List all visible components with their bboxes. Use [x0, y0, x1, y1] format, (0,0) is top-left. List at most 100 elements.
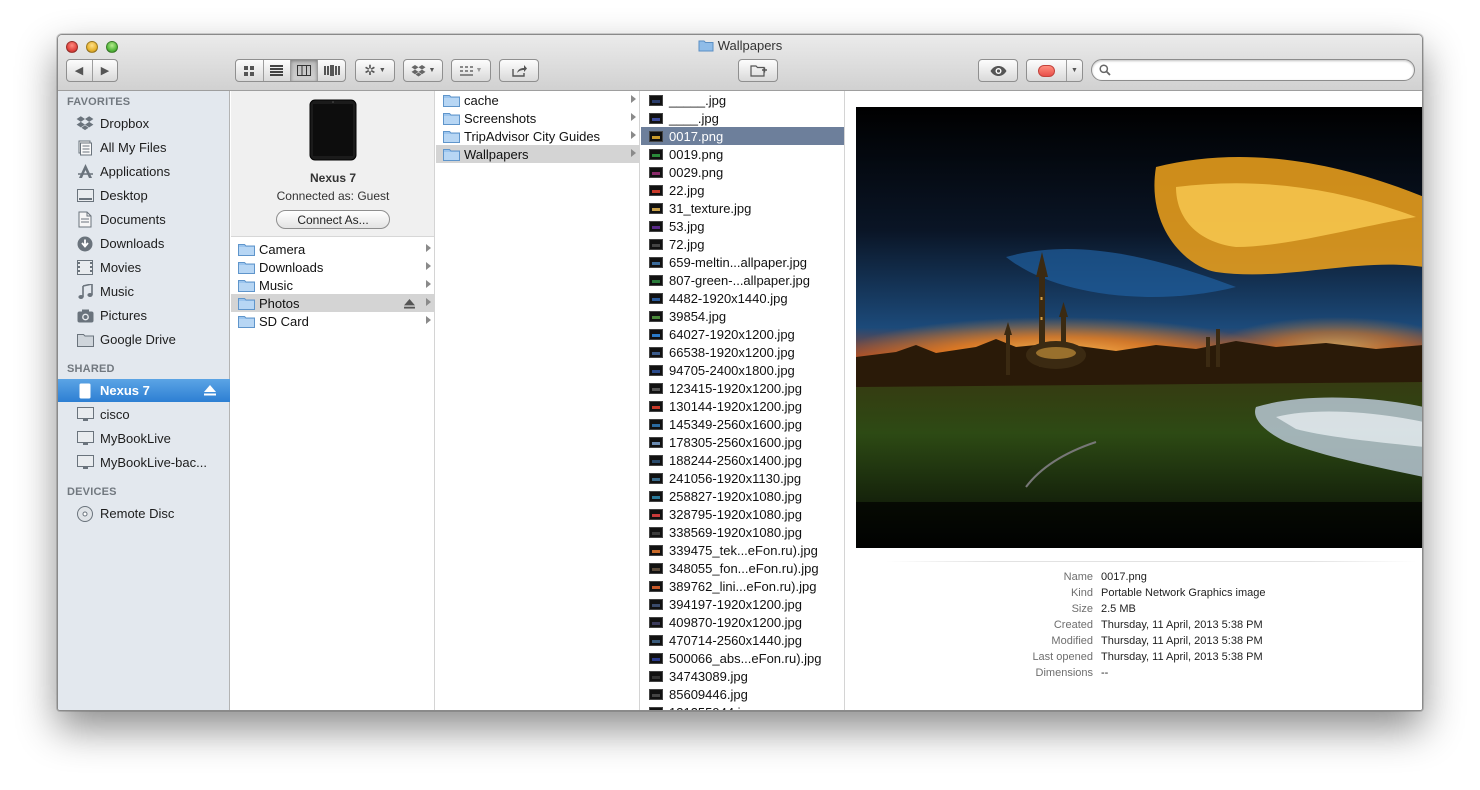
- file-row[interactable]: 145349-2560x1600.jpg: [641, 415, 844, 433]
- image-file-icon: [647, 669, 665, 683]
- disclosure-arrow-icon: [426, 316, 431, 324]
- file-row[interactable]: 178305-2560x1600.jpg: [641, 433, 844, 451]
- label-color-button[interactable]: [1027, 60, 1067, 81]
- image-file-icon: [647, 507, 665, 521]
- file-row[interactable]: 31_texture.jpg: [641, 199, 844, 217]
- sidebar-item-google-drive[interactable]: Google Drive: [58, 328, 230, 351]
- folder-row[interactable]: Music: [231, 276, 434, 294]
- file-row[interactable]: 241056-1920x1130.jpg: [641, 469, 844, 487]
- info-key: Last opened: [1032, 651, 1093, 663]
- file-row[interactable]: 328795-1920x1080.jpg: [641, 505, 844, 523]
- file-row[interactable]: 72.jpg: [641, 235, 844, 253]
- file-row[interactable]: 34743089.jpg: [641, 667, 844, 685]
- column-view-button[interactable]: [290, 60, 318, 81]
- file-row[interactable]: 0029.png: [641, 163, 844, 181]
- info-value: Thursday, 11 April, 2013 5:38 PM: [1101, 635, 1263, 647]
- file-row[interactable]: 66538-1920x1200.jpg: [641, 343, 844, 361]
- sidebar-item-mybooklive-backup[interactable]: MyBookLive-bac...: [58, 451, 230, 474]
- folder-row[interactable]: Photos: [231, 294, 434, 312]
- forward-button[interactable]: ▶: [93, 60, 118, 81]
- folder-row[interactable]: Screenshots: [436, 109, 639, 127]
- file-row[interactable]: 53.jpg: [641, 217, 844, 235]
- file-name: 188244-2560x1400.jpg: [669, 452, 803, 468]
- file-row[interactable]: 0019.png: [641, 145, 844, 163]
- folder-icon: [237, 242, 255, 256]
- sidebar-item-remote-disc[interactable]: Remote Disc: [58, 502, 230, 525]
- arrange-icon: [459, 65, 473, 76]
- sidebar-item-documents[interactable]: Documents: [58, 208, 230, 231]
- action-button[interactable]: ✲ ▼: [355, 59, 395, 82]
- file-row[interactable]: 123415-1920x1200.jpg: [641, 379, 844, 397]
- sidebar-item-pictures[interactable]: Pictures: [58, 304, 230, 327]
- eject-icon[interactable]: [204, 384, 216, 399]
- file-row[interactable]: 64027-1920x1200.jpg: [641, 325, 844, 343]
- folder-row[interactable]: Wallpapers: [436, 145, 639, 163]
- arrange-button[interactable]: ▼: [451, 59, 491, 82]
- search-input[interactable]: [1116, 62, 1406, 78]
- sidebar-item-desktop[interactable]: Desktop: [58, 184, 230, 207]
- file-row[interactable]: 500066_abs...eFon.ru).jpg: [641, 649, 844, 667]
- file-row[interactable]: 130144-1920x1200.jpg: [641, 397, 844, 415]
- chevron-down-icon: ▼: [1071, 67, 1078, 74]
- folder-row[interactable]: SD Card: [231, 312, 434, 330]
- file-row[interactable]: 131355944.jpg: [641, 703, 844, 710]
- file-row[interactable]: 39854.jpg: [641, 307, 844, 325]
- sidebar-item-all-my-files[interactable]: All My Files: [58, 136, 230, 159]
- info-key: Name: [1063, 571, 1093, 583]
- file-row[interactable]: 409870-1920x1200.jpg: [641, 613, 844, 631]
- search-field[interactable]: [1091, 59, 1415, 81]
- label-menu-button[interactable]: ▼: [1067, 60, 1083, 81]
- file-row[interactable]: 348055_fon...eFon.ru).jpg: [641, 559, 844, 577]
- file-row[interactable]: 94705-2400x1800.jpg: [641, 361, 844, 379]
- sidebar-item-mybooklive[interactable]: MyBookLive: [58, 427, 230, 450]
- connect-as-button[interactable]: Connect As...: [276, 210, 390, 229]
- disclosure-arrow-icon: [426, 280, 431, 288]
- file-name: ____.jpg: [669, 110, 719, 126]
- new-folder-button[interactable]: [738, 59, 778, 82]
- file-row[interactable]: 807-green-...allpaper.jpg: [641, 271, 844, 289]
- sidebar-item-movies[interactable]: Movies: [58, 256, 230, 279]
- sidebar-item-dropbox[interactable]: Dropbox: [58, 112, 230, 135]
- file-row[interactable]: 470714-2560x1440.jpg: [641, 631, 844, 649]
- file-row[interactable]: 188244-2560x1400.jpg: [641, 451, 844, 469]
- monitor-icon: [75, 454, 95, 472]
- list-view-button[interactable]: [264, 60, 291, 81]
- file-row[interactable]: 659-meltin...allpaper.jpg: [641, 253, 844, 271]
- image-file-icon: [647, 327, 665, 341]
- file-row[interactable]: _____.jpg: [641, 91, 844, 109]
- quick-look-button[interactable]: [978, 59, 1018, 82]
- file-name: 72.jpg: [669, 236, 705, 252]
- monitor-icon: [75, 430, 95, 448]
- folder-row[interactable]: Downloads: [231, 258, 434, 276]
- folder-row[interactable]: cache: [436, 91, 639, 109]
- dropbox-menu-button[interactable]: ▼: [403, 59, 443, 82]
- eject-icon[interactable]: [404, 297, 415, 312]
- folder-row[interactable]: Camera: [231, 240, 434, 258]
- image-file-icon: [647, 561, 665, 575]
- disclosure-arrow-icon: [631, 131, 636, 139]
- file-row[interactable]: 4482-1920x1440.jpg: [641, 289, 844, 307]
- file-row[interactable]: 394197-1920x1200.jpg: [641, 595, 844, 613]
- sidebar-item-downloads[interactable]: Downloads: [58, 232, 230, 255]
- file-row[interactable]: 0017.png: [641, 127, 844, 145]
- file-row[interactable]: 258827-1920x1080.jpg: [641, 487, 844, 505]
- file-name: Camera: [259, 241, 306, 257]
- icon-view-button[interactable]: [236, 60, 264, 81]
- chevron-down-icon: ▼: [475, 67, 483, 74]
- coverflow-view-button[interactable]: [318, 60, 346, 81]
- back-forward-control: ◀ ▶: [66, 59, 118, 82]
- sidebar-item-applications[interactable]: Applications: [58, 160, 230, 183]
- file-row[interactable]: 22.jpg: [641, 181, 844, 199]
- share-button[interactable]: [499, 59, 539, 82]
- sidebar-item-cisco[interactable]: cisco: [58, 403, 230, 426]
- folder-row[interactable]: TripAdvisor City Guides: [436, 127, 639, 145]
- back-button[interactable]: ◀: [67, 60, 93, 81]
- file-row[interactable]: 85609446.jpg: [641, 685, 844, 703]
- file-row[interactable]: 338569-1920x1080.jpg: [641, 523, 844, 541]
- sidebar-item-music[interactable]: Music: [58, 280, 230, 303]
- share-icon: [511, 64, 527, 77]
- sidebar-item-nexus-7[interactable]: Nexus 7: [58, 379, 230, 402]
- file-row[interactable]: 389762_lini...eFon.ru).jpg: [641, 577, 844, 595]
- file-row[interactable]: ____.jpg: [641, 109, 844, 127]
- file-row[interactable]: 339475_tek...eFon.ru).jpg: [641, 541, 844, 559]
